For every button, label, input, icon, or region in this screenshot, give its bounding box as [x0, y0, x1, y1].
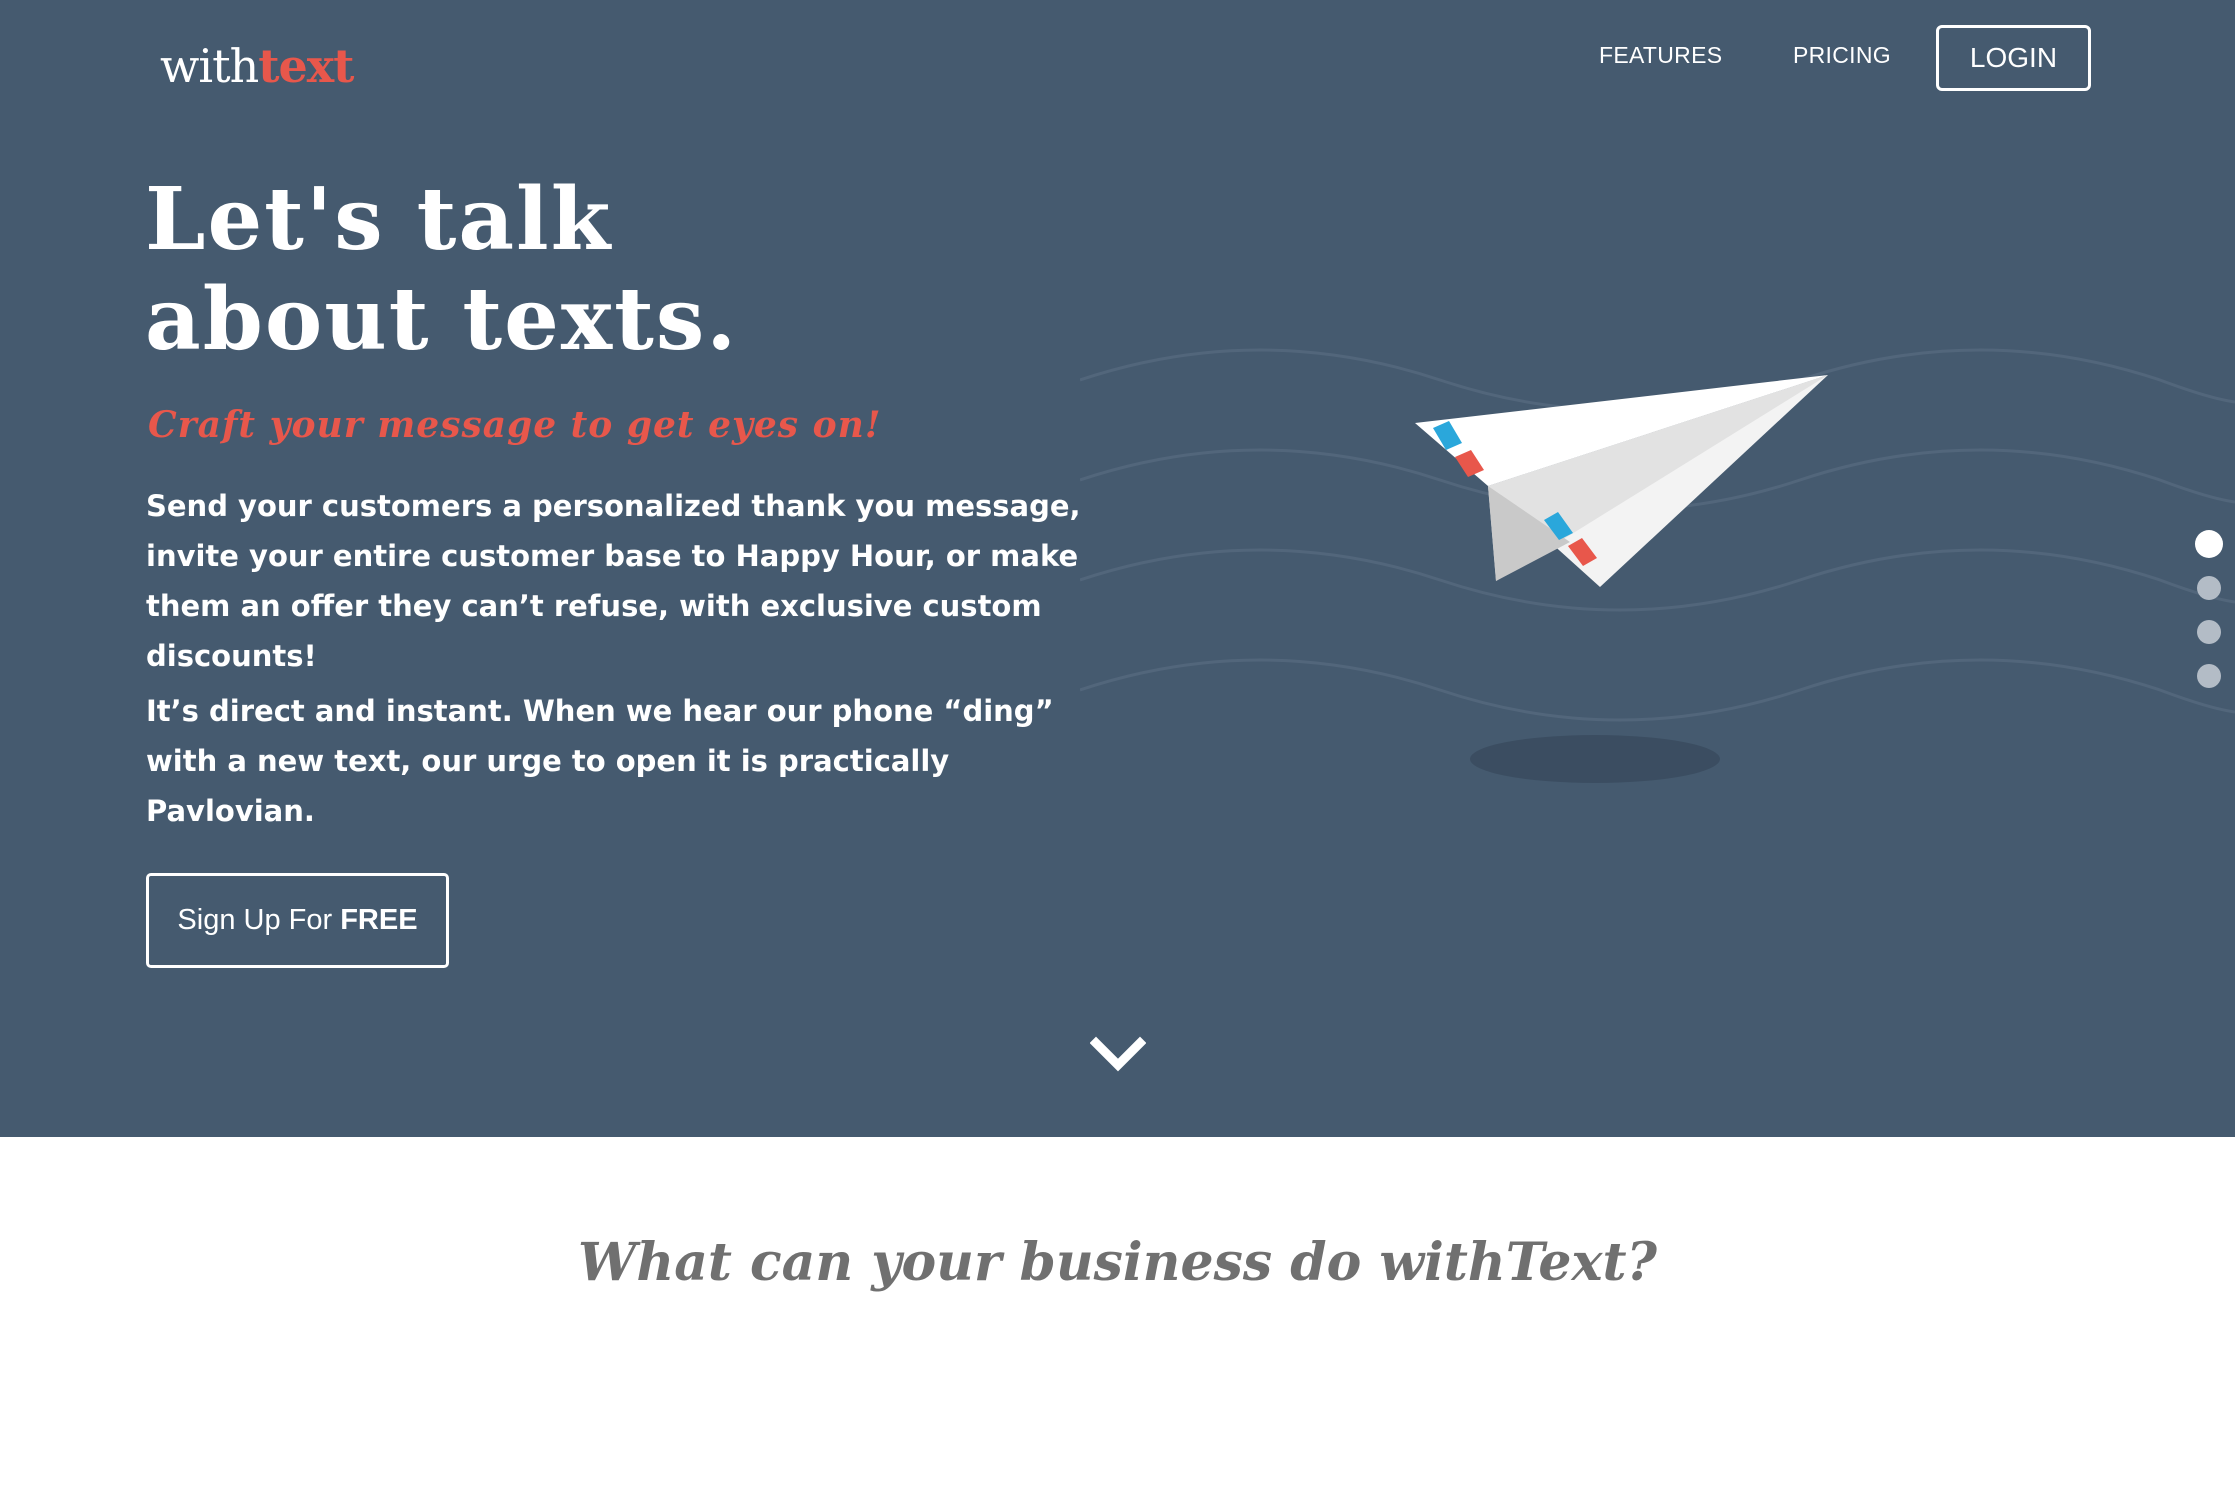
pager-dot-4[interactable]	[2197, 664, 2221, 688]
signup-free-button[interactable]: Sign Up For FREE	[146, 873, 449, 968]
plane-shadow	[1470, 735, 1720, 783]
pager-dot-3[interactable]	[2197, 620, 2221, 644]
signup-label: Sign Up For	[177, 904, 333, 936]
section-pager	[2194, 530, 2224, 690]
hero-section: withtext FEATURES PRICING LOGIN Let's ta…	[0, 0, 2235, 1137]
chevron-down-icon[interactable]	[1090, 1035, 1146, 1075]
login-button[interactable]: LOGIN	[1936, 25, 2091, 91]
withtext-logo[interactable]: withtext	[160, 38, 354, 94]
hero-headline: Let's talk about texts.	[145, 170, 738, 370]
headline-line-2: about texts.	[145, 269, 739, 370]
headline-line-1: Let's talk	[145, 169, 613, 270]
pager-dot-1[interactable]	[2195, 530, 2223, 558]
hero-paragraph-1: Send your customers a personalized thank…	[146, 489, 1081, 673]
features-section-title: What can your business do withText?	[577, 1232, 1658, 1293]
nav-pricing-link[interactable]: PRICING	[1793, 40, 1891, 70]
hero-paragraph-2: It’s direct and instant. When we hear ou…	[146, 694, 1054, 828]
hero-tagline: Craft your message to get eyes on!	[148, 404, 882, 446]
logo-text: text	[258, 39, 354, 93]
nav-features-link[interactable]: FEATURES	[1599, 40, 1722, 70]
signup-label-strong: FREE	[340, 904, 418, 936]
paper-plane-icon	[1415, 375, 1828, 587]
logo-with: with	[160, 39, 259, 93]
pager-dot-2[interactable]	[2197, 576, 2221, 600]
